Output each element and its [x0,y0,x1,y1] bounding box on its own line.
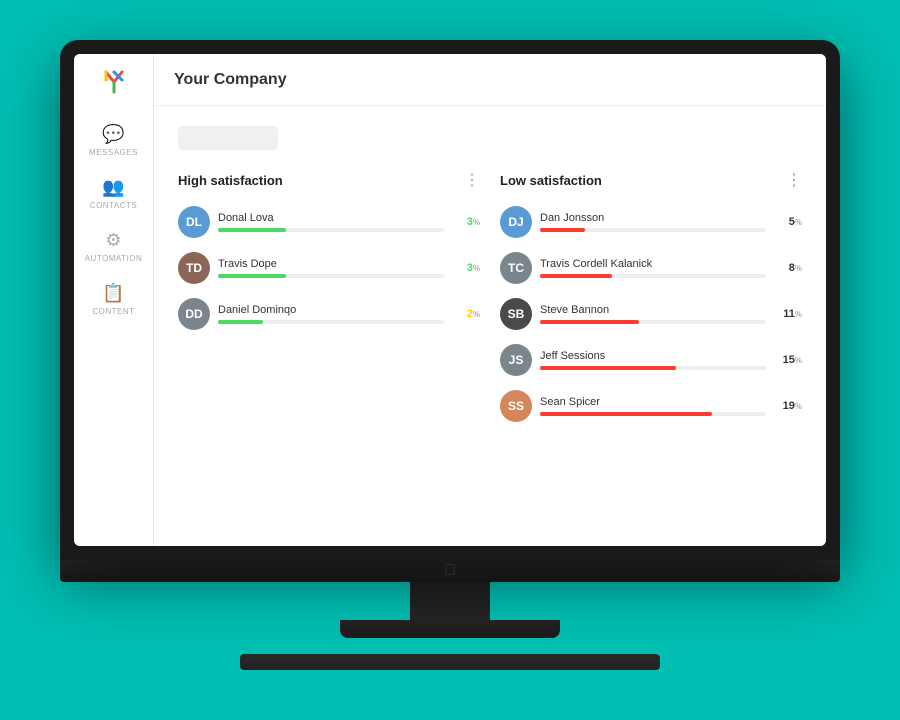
contacts-icon: 👥 [102,177,124,198]
bar-fill [540,412,712,416]
avatar: DD [178,298,210,330]
person-info: Travis Dope [218,258,444,278]
avatar: TC [500,252,532,284]
bar-fill [218,274,286,278]
main-content: Your Company High satisfaction ⋮ [154,54,826,546]
bar-track [218,274,444,278]
bar-fill [540,274,612,278]
person-info: Dan Jonsson [540,212,766,232]
high-satisfaction-panel: High satisfaction ⋮ DL Donal Lova [178,170,480,436]
bar-track [540,320,766,324]
messages-icon: 💬 [102,124,124,145]
bar-track [540,366,766,370]
percent-value: 3% [452,262,480,274]
list-item: TD Travis Dope 3% [178,252,480,284]
company-title: Your Company [174,71,287,89]
low-satisfaction-title: Low satisfaction [500,173,602,188]
bar-fill [218,228,286,232]
high-satisfaction-menu[interactable]: ⋮ [464,170,480,190]
person-info: Steve Bannon [540,304,766,324]
avatar: SS [500,390,532,422]
person-name: Steve Bannon [540,304,766,316]
list-item: DL Donal Lova 3% [178,206,480,238]
percent-value: 3% [452,216,480,228]
percent-value: 15% [774,354,802,366]
sidebar-item-automation[interactable]: ⚙ AUTOMATION [74,222,153,271]
person-info: Jeff Sessions [540,350,766,370]
person-name: Dan Jonsson [540,212,766,224]
content-icon: 📋 [102,283,124,304]
list-item: SB Steve Bannon 11% [500,298,802,330]
percent-value: 19% [774,400,802,412]
search-bar[interactable] [178,126,278,150]
percent-value: 11% [774,308,802,320]
person-name: Daniel Dominqo [218,304,444,316]
percent-value: 2% [452,308,480,320]
sidebar-item-messages[interactable]: 💬 MESSAGES [74,116,153,165]
percent-value: 8% [774,262,802,274]
keyboard [240,654,660,670]
content-label: CONTENT [92,307,134,316]
bar-track [218,320,444,324]
list-item: DJ Dan Jonsson 5% [500,206,802,238]
person-name: Travis Dope [218,258,444,270]
header: Your Company [154,54,826,106]
low-satisfaction-menu[interactable]: ⋮ [786,170,802,190]
panels-row: High satisfaction ⋮ DL Donal Lova [178,170,802,436]
avatar: TD [178,252,210,284]
avatar: DL [178,206,210,238]
sidebar: 💬 MESSAGES 👥 CONTACTS ⚙ AUTOMATION 📋 CON… [74,54,154,546]
percent-value: 5% [774,216,802,228]
apple-logo-icon:  [444,562,456,580]
list-item: DD Daniel Dominqo 2% [178,298,480,330]
bar-fill [540,320,639,324]
high-satisfaction-title: High satisfaction [178,173,283,188]
monitor-stand-base [340,620,560,638]
automation-label: AUTOMATION [85,254,143,263]
list-item: TC Travis Cordell Kalanick 8% [500,252,802,284]
low-satisfaction-panel: Low satisfaction ⋮ DJ Dan Jonsson [500,170,802,436]
list-item: SS Sean Spicer 19% [500,390,802,422]
person-name: Jeff Sessions [540,350,766,362]
bar-fill [540,366,676,370]
dashboard-area: High satisfaction ⋮ DL Donal Lova [154,106,826,456]
avatar: JS [500,344,532,376]
person-name: Sean Spicer [540,396,766,408]
bar-track [540,412,766,416]
monitor-bezel:  [60,560,840,582]
person-info: Daniel Dominqo [218,304,444,324]
high-satisfaction-header: High satisfaction ⋮ [178,170,480,190]
low-satisfaction-header: Low satisfaction ⋮ [500,170,802,190]
sidebar-item-content[interactable]: 📋 CONTENT [74,275,153,324]
person-name: Donal Lova [218,212,444,224]
avatar: SB [500,298,532,330]
bar-track [540,228,766,232]
app-logo [96,64,132,100]
person-name: Travis Cordell Kalanick [540,258,766,270]
avatar: DJ [500,206,532,238]
bar-track [218,228,444,232]
person-info: Sean Spicer [540,396,766,416]
list-item: JS Jeff Sessions 15% [500,344,802,376]
person-info: Travis Cordell Kalanick [540,258,766,278]
bar-fill [218,320,263,324]
person-info: Donal Lova [218,212,444,232]
contacts-label: CONTACTS [90,201,137,210]
messages-label: MESSAGES [89,148,138,157]
monitor-neck [410,582,490,620]
bar-fill [540,228,585,232]
automation-icon: ⚙ [105,230,121,251]
bar-track [540,274,766,278]
sidebar-item-contacts[interactable]: 👥 CONTACTS [74,169,153,218]
